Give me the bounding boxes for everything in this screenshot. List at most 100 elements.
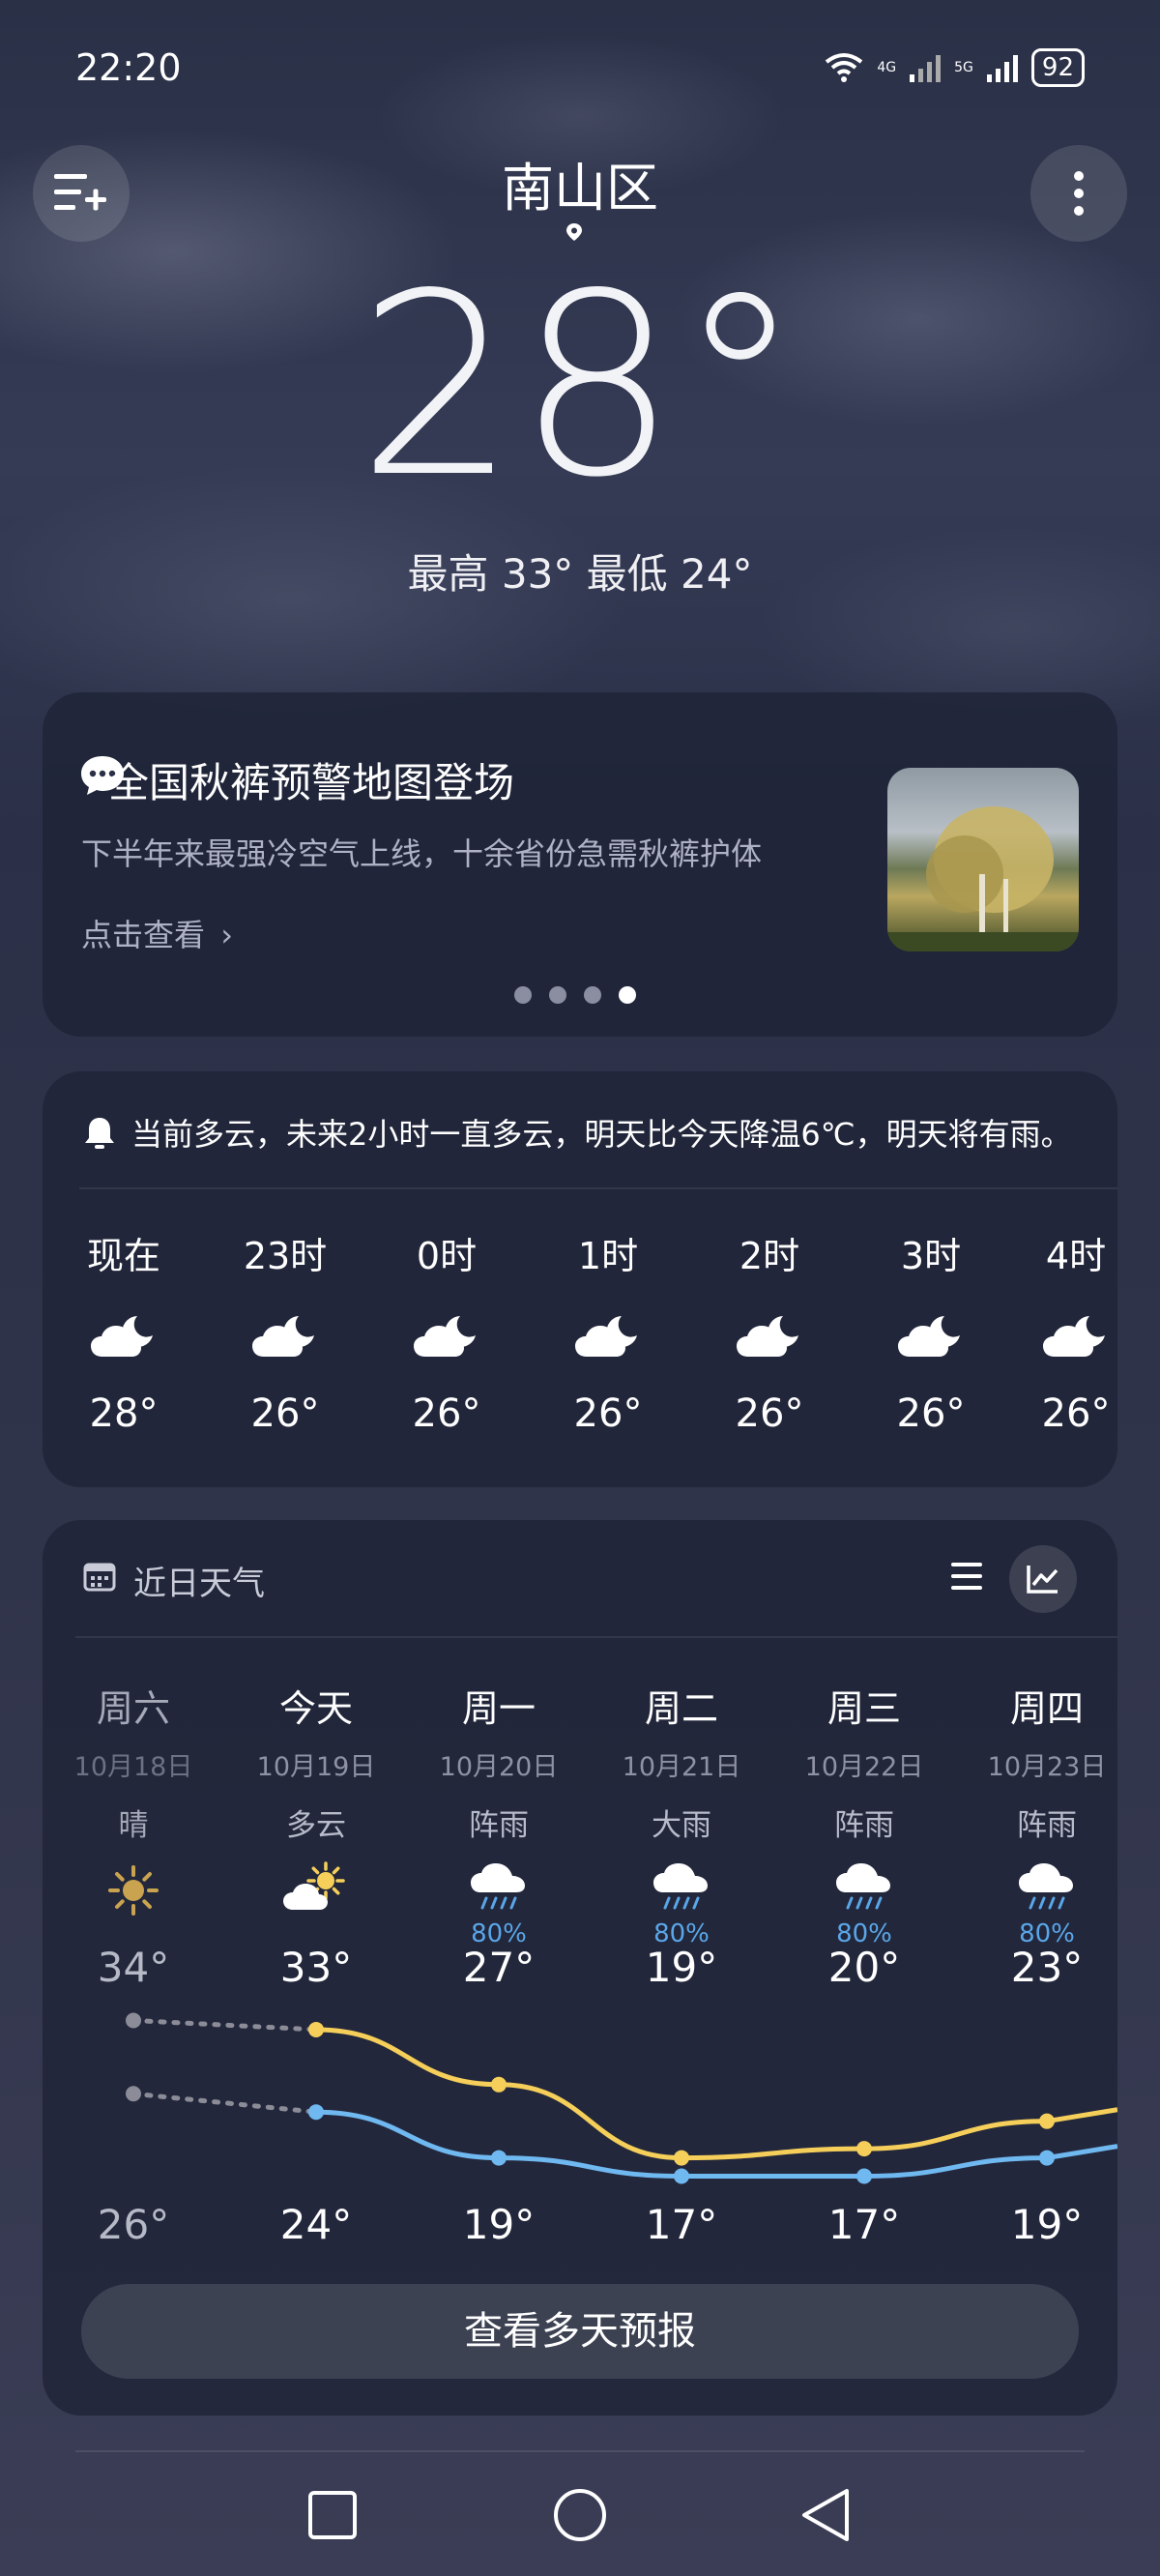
low-temp-point <box>856 2168 872 2184</box>
partly-cloudy-icon <box>283 1861 345 1910</box>
triangle-back-icon <box>802 2489 849 2541</box>
rain-icon <box>653 1863 708 1910</box>
day-condition: 阵雨 <box>834 1808 894 1843</box>
day-condition: 阵雨 <box>1017 1808 1077 1843</box>
day-name: 周二 <box>644 1687 718 1730</box>
hour-item[interactable]: 3时 26° <box>873 1226 989 1436</box>
low-temp-line <box>315 2109 1117 2180</box>
day-icon-wrap <box>244 1861 389 1919</box>
list-view-icon[interactable] <box>947 1559 986 1594</box>
temperature-trend-chart <box>126 2012 1117 2184</box>
cloudy-night-icon <box>898 1316 960 1357</box>
daily-title: 近日天气 <box>133 1565 265 1603</box>
day-high-temp: 34° <box>97 1944 170 1991</box>
day-item[interactable]: 今天 10月19日 多云 <box>244 1679 389 1950</box>
hour-item[interactable]: 0时 26° <box>389 1226 505 1436</box>
hour-label: 23时 <box>243 1235 328 1277</box>
hour-item[interactable]: 现在 28° <box>66 1226 182 1436</box>
cloudy-night-icon <box>414 1316 476 1357</box>
high-temp-line <box>315 2027 1117 2161</box>
day-icon-wrap <box>792 1861 937 1919</box>
hour-label: 1时 <box>577 1235 639 1277</box>
hour-icon-wrap <box>389 1312 505 1366</box>
signal-icon <box>910 55 942 82</box>
network-5g-label: 5G <box>954 60 973 75</box>
square-icon <box>308 2491 357 2539</box>
day-item[interactable]: 周一 10月20日 阵雨 80% <box>426 1679 571 1950</box>
news-view-link[interactable]: 点击查看 › <box>81 911 233 955</box>
day-condition: 晴 <box>118 1808 149 1843</box>
windblown-tree-image <box>887 806 1079 951</box>
low-temp-point <box>126 2086 141 2102</box>
day-date: 10月20日 <box>439 1752 559 1782</box>
calendar-icon <box>83 1563 116 1592</box>
low-temp-point <box>1039 2150 1055 2166</box>
day-date: 10月19日 <box>256 1752 376 1782</box>
low-temp-point <box>308 2104 324 2121</box>
hour-icon-wrap <box>550 1312 666 1366</box>
hour-label: 3时 <box>900 1235 962 1277</box>
hour-item[interactable]: 23时 26° <box>227 1226 343 1436</box>
view-more-forecast-button[interactable]: 查看多天预报 <box>81 2284 1079 2379</box>
day-date: 10月18日 <box>73 1752 193 1782</box>
city-name[interactable]: 南山区 <box>0 145 1160 221</box>
high-temp-past-segment <box>130 2017 319 2033</box>
day-icon-wrap <box>609 1861 754 1919</box>
hour-item[interactable]: 4时 26° <box>1032 1226 1119 1436</box>
day-high-temp: 33° <box>279 1944 353 1991</box>
day-item[interactable]: 周四 10月23日 阵雨 80% <box>974 1679 1119 1950</box>
hour-icon-wrap <box>66 1312 182 1366</box>
carousel-dots <box>514 986 636 1004</box>
high-temp-point <box>856 2141 872 2157</box>
hour-label: 0时 <box>416 1235 478 1277</box>
high-temp-point <box>674 2150 689 2166</box>
home-button[interactable] <box>541 2481 619 2549</box>
hour-label: 2时 <box>739 1235 800 1277</box>
signal-icon <box>986 55 1018 82</box>
low-temp-point <box>674 2168 689 2184</box>
day-item[interactable]: 周六 10月18日晴 <box>61 1679 206 1950</box>
hour-item[interactable]: 2时 26° <box>711 1226 827 1436</box>
hour-label: 4时 <box>1045 1235 1107 1277</box>
cloudy-night-icon <box>1043 1316 1105 1357</box>
news-thumbnail[interactable] <box>887 768 1079 951</box>
day-date: 10月21日 <box>622 1752 741 1782</box>
day-name: 周一 <box>461 1687 536 1730</box>
recent-apps-button[interactable] <box>294 2481 371 2549</box>
high-temp-point <box>1039 2113 1055 2129</box>
day-high-temp: 23° <box>1010 1944 1084 1991</box>
line-chart-icon <box>1027 1566 1058 1594</box>
chart-view-button[interactable] <box>1009 1545 1077 1613</box>
news-subtitle: 下半年来最强冷空气上线，十余省份急需秋裤护体 <box>81 835 763 872</box>
hour-temp: 28° <box>89 1391 159 1436</box>
day-condition: 阵雨 <box>469 1808 529 1843</box>
hour-item[interactable]: 1时 26° <box>550 1226 666 1436</box>
current-temperature: 28° <box>357 241 803 533</box>
rain-icon <box>471 1863 525 1910</box>
low-temp-point <box>491 2150 507 2166</box>
carousel-dot-active[interactable] <box>619 986 636 1004</box>
day-icon-wrap <box>61 1861 206 1919</box>
location-pin-icon <box>566 223 582 241</box>
bell-icon <box>85 1118 114 1149</box>
status-icons: 4G 5G 92 <box>825 48 1085 87</box>
carousel-dot[interactable] <box>514 986 532 1004</box>
hour-temp: 26° <box>250 1391 320 1436</box>
cloudy-night-icon <box>737 1316 798 1357</box>
low-temp-past-segment <box>130 2091 319 2115</box>
day-item[interactable]: 周二 10月21日 大雨 80% <box>609 1679 754 1950</box>
carousel-dot[interactable] <box>584 986 601 1004</box>
high-temp-point <box>126 2012 141 2029</box>
back-button[interactable] <box>787 2481 864 2549</box>
carousel-dot[interactable] <box>549 986 566 1004</box>
day-name: 周三 <box>826 1687 901 1730</box>
status-time: 22:20 <box>75 46 182 89</box>
hour-icon-wrap <box>227 1312 343 1366</box>
hour-temp: 26° <box>896 1391 966 1436</box>
day-name: 周六 <box>96 1687 170 1730</box>
hour-icon-wrap <box>873 1312 989 1366</box>
news-title[interactable]: 全国秋裤预警地图登场 <box>108 750 514 809</box>
hour-icon-wrap <box>1032 1312 1119 1366</box>
day-name: 周四 <box>1009 1687 1084 1730</box>
day-item[interactable]: 周三 10月22日 阵雨 80% <box>792 1679 937 1950</box>
